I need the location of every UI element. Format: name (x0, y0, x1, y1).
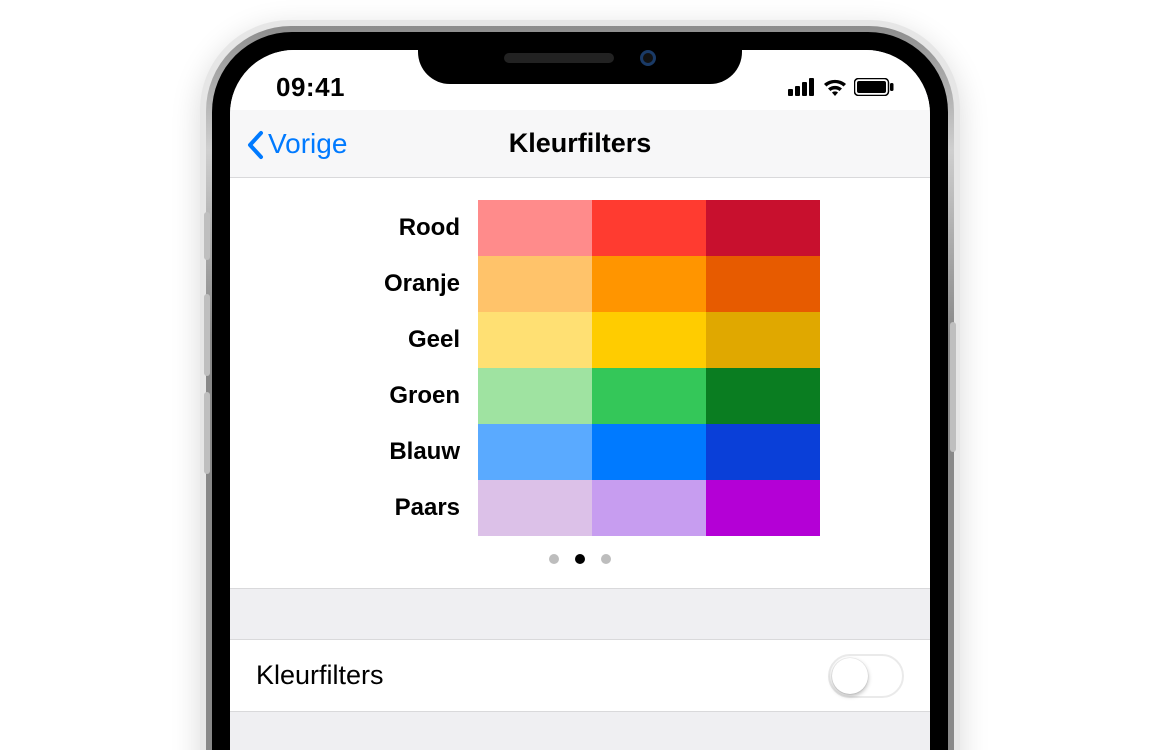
color-swatch (592, 424, 706, 480)
color-swatch (706, 200, 820, 256)
color-swatch (478, 200, 592, 256)
status-time: 09:41 (276, 72, 345, 103)
section-separator (230, 588, 930, 640)
wifi-icon (822, 77, 848, 97)
page-dot[interactable] (575, 554, 585, 564)
color-swatch (478, 368, 592, 424)
color-swatch (706, 312, 820, 368)
status-icons (788, 77, 894, 97)
page-dot[interactable] (601, 554, 611, 564)
content-below (230, 712, 930, 750)
color-swatch (706, 424, 820, 480)
color-swatch-row (478, 312, 820, 368)
battery-icon (854, 78, 894, 96)
color-swatch-row (478, 368, 820, 424)
front-camera (640, 50, 656, 66)
color-preview-panel: RoodOranjeGeelGroenBlauwPaars (230, 178, 930, 588)
back-label: Vorige (268, 128, 347, 160)
color-label: Paars (340, 480, 460, 536)
color-swatch (478, 480, 592, 536)
color-swatch (478, 312, 592, 368)
color-label: Oranje (340, 256, 460, 312)
page-title: Kleurfilters (509, 128, 652, 159)
back-button[interactable]: Vorige (246, 110, 347, 177)
color-swatch (706, 480, 820, 536)
speaker-grille (504, 53, 614, 63)
cellular-icon (788, 78, 816, 96)
nav-bar: Vorige Kleurfilters (230, 110, 930, 178)
color-swatch (706, 256, 820, 312)
volume-down-button (204, 392, 210, 474)
color-label: Geel (340, 312, 460, 368)
mute-switch (204, 212, 210, 260)
color-swatch-grid (478, 200, 820, 536)
color-swatch (592, 256, 706, 312)
notch (418, 32, 742, 84)
chevron-left-icon (246, 130, 266, 160)
color-swatch-row (478, 424, 820, 480)
screen: 09:41 Vorige Kleurfilters (230, 50, 930, 750)
color-label: Rood (340, 200, 460, 256)
color-label: Blauw (340, 424, 460, 480)
color-swatch (478, 256, 592, 312)
color-swatch (592, 480, 706, 536)
color-filters-label: Kleurfilters (256, 660, 384, 691)
color-swatch (592, 312, 706, 368)
page-indicator[interactable] (230, 536, 930, 574)
phone-frame: 09:41 Vorige Kleurfilters (200, 20, 960, 750)
color-label-column: RoodOranjeGeelGroenBlauwPaars (340, 200, 460, 536)
color-label: Groen (340, 368, 460, 424)
volume-up-button (204, 294, 210, 376)
color-swatch (592, 368, 706, 424)
page-dot[interactable] (549, 554, 559, 564)
color-swatch-row (478, 200, 820, 256)
color-filters-switch[interactable] (828, 654, 904, 698)
color-swatch (592, 200, 706, 256)
color-swatch (478, 424, 592, 480)
color-swatch-row (478, 480, 820, 536)
color-swatch-row (478, 256, 820, 312)
switch-knob (832, 658, 868, 694)
color-swatch (706, 368, 820, 424)
power-button (950, 322, 956, 452)
color-filters-row[interactable]: Kleurfilters (230, 640, 930, 712)
